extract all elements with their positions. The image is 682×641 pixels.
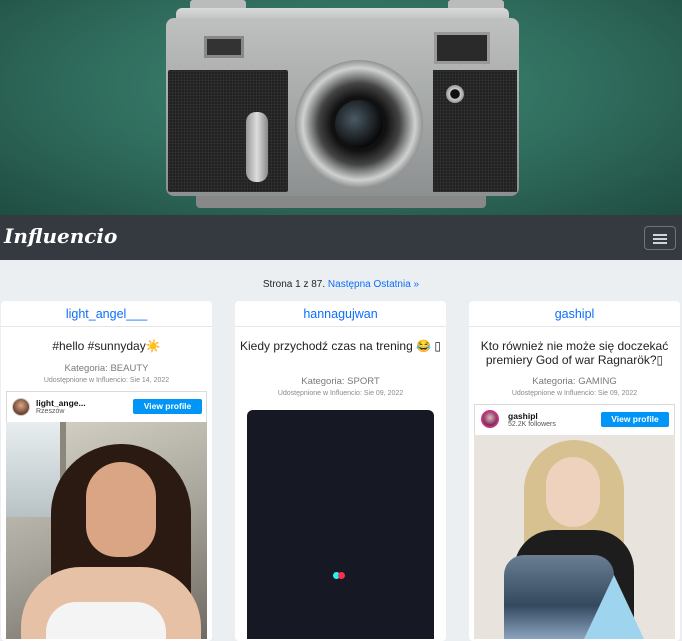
divider	[1, 326, 212, 327]
card-date: Udostępnione w Influencio: Sie 14, 2022	[43, 377, 170, 384]
card-text: #hello #sunnyday☀️	[52, 339, 161, 353]
pagination: Strona 1 z 87. Następna Ostatnia »	[0, 279, 682, 290]
brand-logo[interactable]: Influencio	[4, 224, 117, 248]
next-page-link[interactable]: Następna	[328, 279, 371, 290]
embed-followers: 52.2K followers	[508, 421, 556, 428]
divider	[235, 326, 446, 327]
embed-location: Rzeszów	[36, 408, 65, 415]
avatar	[12, 398, 30, 416]
card-category: Kategoria: SPORT	[301, 376, 380, 387]
card-username[interactable]: light_angel___	[1, 307, 212, 321]
card-text: Kto również nie może się doczekać premie…	[480, 339, 669, 367]
embed-username: gashipl	[508, 411, 538, 421]
view-profile-button[interactable]: View profile	[601, 412, 669, 427]
card-date: Udostępnione w Influencio: Sie 09, 2022	[511, 390, 638, 397]
card-username[interactable]: gashipl	[469, 307, 680, 321]
card-username[interactable]: hannagujwan	[235, 307, 446, 321]
post-photo[interactable]	[6, 422, 207, 639]
last-page-link[interactable]: Ostatnia »	[374, 279, 420, 290]
hamburger-menu-icon[interactable]	[644, 226, 676, 250]
card-category: Kategoria: GAMING	[532, 376, 617, 387]
avatar	[481, 410, 499, 428]
card-text: Kiedy przychodź czas na trening 😂 ▯	[240, 339, 441, 353]
card-date: Udostępnione w Influencio: Sie 09, 2022	[277, 390, 404, 397]
navbar: Influencio	[0, 215, 682, 260]
post-photo[interactable]	[474, 435, 675, 639]
card-category: Kategoria: BEAUTY	[64, 363, 149, 374]
divider	[469, 326, 680, 327]
view-profile-button[interactable]: View profile	[133, 399, 202, 414]
embed-username: light_ange...	[36, 398, 86, 408]
instagram-embed-header: light_ange... Rzeszów View profile	[6, 391, 207, 422]
pagination-status: Strona 1 z 87.	[262, 279, 326, 290]
instagram-embed-header: gashipl 52.2K followers View profile	[474, 404, 675, 435]
hero-camera-image	[0, 0, 682, 215]
loading-icon	[338, 572, 345, 579]
tiktok-video-embed[interactable]	[247, 410, 434, 639]
